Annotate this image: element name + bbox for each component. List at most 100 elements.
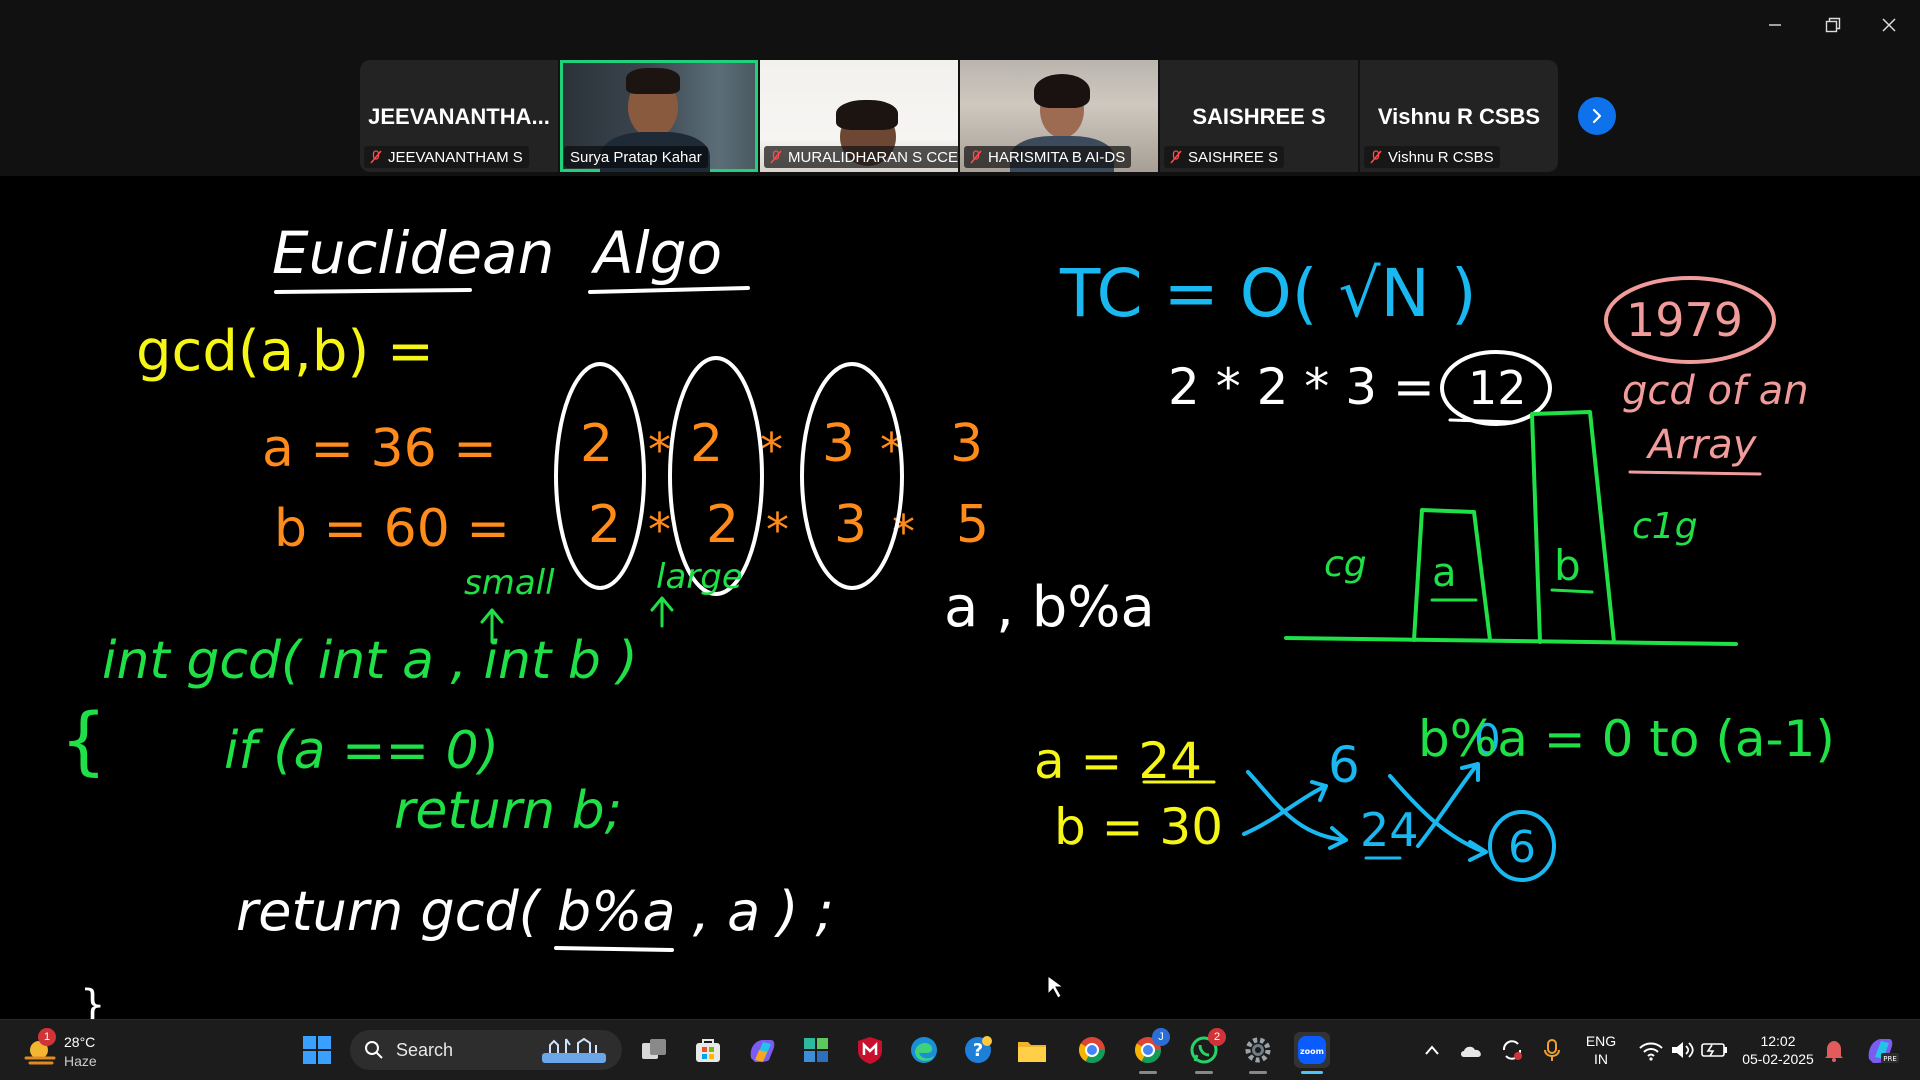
code-signature: int gcd( int a , int b ) bbox=[102, 631, 638, 691]
bar-b-label: b bbox=[1554, 541, 1581, 590]
svg-text:?: ? bbox=[973, 1040, 983, 1061]
copilot-icon[interactable] bbox=[744, 1032, 780, 1068]
weather-widget[interactable]: 1 28°C Haze bbox=[22, 1028, 112, 1074]
region-code: IN bbox=[1594, 1051, 1608, 1067]
muted-mic-icon bbox=[970, 150, 982, 164]
start-icon[interactable] bbox=[299, 1032, 335, 1068]
wifi-icon bbox=[1639, 1042, 1663, 1061]
participant-name: SAISHREE S bbox=[1188, 148, 1279, 166]
volume-icon bbox=[1672, 1042, 1694, 1058]
bar-a-label: a bbox=[1432, 550, 1457, 596]
note-small: small bbox=[464, 563, 555, 603]
mouse-cursor bbox=[1047, 975, 1065, 999]
time-complexity: TC = O( √N ) bbox=[1059, 255, 1477, 332]
muted-mic-icon bbox=[370, 150, 382, 164]
restore-icon[interactable] bbox=[1810, 10, 1856, 40]
participant-video-hair bbox=[626, 68, 680, 94]
close-icon[interactable] bbox=[1866, 10, 1912, 40]
title-underline bbox=[588, 286, 750, 294]
zoom-icon[interactable]: zoom bbox=[1294, 1032, 1330, 1074]
participant-video-hair bbox=[1034, 74, 1090, 108]
edge-icon[interactable] bbox=[906, 1032, 942, 1068]
b-factor: 5 bbox=[956, 495, 989, 555]
problem-title-line2: Array bbox=[1645, 422, 1758, 468]
notification-badge: 2 bbox=[1208, 1028, 1226, 1046]
star: * bbox=[648, 423, 671, 477]
notification-bell-icon[interactable] bbox=[1816, 1032, 1852, 1068]
gcd-definition: gcd(a,b) = bbox=[136, 319, 434, 384]
participant-display-name: Vishnu R CSBS bbox=[1377, 104, 1541, 129]
svg-text:zoom: zoom bbox=[1300, 1047, 1324, 1056]
participant-name: MURALIDHARAN S CCE bbox=[788, 148, 959, 166]
code-return-b: return b; bbox=[394, 781, 622, 841]
participant-tile[interactable]: Vishnu R CSBS Vishnu R CSBS bbox=[1360, 60, 1558, 172]
participant-tile[interactable]: MURALIDHARAN S CCE bbox=[760, 60, 965, 172]
clock[interactable]: 12:02 05-02-2025 bbox=[1736, 1032, 1820, 1068]
copilot-pre-icon[interactable]: PRE bbox=[1862, 1032, 1902, 1068]
quick-settings[interactable] bbox=[1634, 1032, 1734, 1068]
code-return-recursive: return gcd( b%a , a ) ; bbox=[236, 880, 834, 943]
b-factor: 2 bbox=[706, 495, 739, 555]
app-grid-icon[interactable] bbox=[798, 1032, 834, 1068]
file-explorer-icon[interactable] bbox=[1014, 1032, 1050, 1068]
next-page-button[interactable] bbox=[1578, 97, 1616, 135]
muted-mic-icon bbox=[1170, 150, 1182, 164]
search-icon bbox=[365, 1041, 383, 1059]
participant-label: SAISHREE S bbox=[1164, 146, 1285, 168]
star: * bbox=[648, 503, 671, 557]
participant-name: Vishnu R CSBS bbox=[1388, 148, 1494, 166]
weather-desc: Haze bbox=[64, 1053, 97, 1069]
b-factor: 2 bbox=[588, 495, 621, 555]
clock-time: 12:02 bbox=[1760, 1033, 1796, 1049]
whatsapp-icon[interactable]: 2 bbox=[1186, 1028, 1226, 1074]
running-indicator bbox=[1249, 1071, 1267, 1074]
participant-label: Vishnu R CSBS bbox=[1364, 146, 1500, 168]
shared-whiteboard[interactable]: Euclidean Algo gcd(a,b) = a = 36 = b = 6… bbox=[0, 176, 1920, 1019]
b-equation: b = 60 = bbox=[274, 499, 510, 559]
code-open-brace: { bbox=[60, 698, 107, 784]
onedrive-icon[interactable] bbox=[1454, 1032, 1490, 1068]
sync-icon[interactable] bbox=[1494, 1032, 1530, 1068]
problem-title-line1: gcd of an bbox=[1622, 368, 1809, 414]
task-view-icon[interactable] bbox=[636, 1032, 672, 1068]
microphone-icon[interactable] bbox=[1534, 1032, 1570, 1068]
chrome-profile-icon[interactable]: J bbox=[1130, 1028, 1170, 1074]
chrome-icon[interactable] bbox=[1074, 1032, 1110, 1068]
arrow bbox=[1242, 780, 1328, 836]
store-icon[interactable] bbox=[690, 1032, 726, 1068]
running-indicator bbox=[1139, 1071, 1157, 1074]
chevron-right-icon bbox=[1592, 108, 1602, 124]
windows-taskbar: 1 28°C Haze Search ? J 2 zoom ENG IN 12:… bbox=[0, 1019, 1920, 1080]
participant-name: HARISMITA B AI-DS bbox=[988, 148, 1126, 166]
participant-tile-active-speaker[interactable]: Surya Pratap Kahar bbox=[560, 60, 758, 172]
participant-display-name: JEEVANANTHA... bbox=[368, 104, 550, 129]
a-factor: 2 bbox=[580, 414, 613, 474]
settings-icon[interactable] bbox=[1240, 1032, 1276, 1074]
weather-badge: 1 bbox=[38, 1028, 56, 1046]
participant-tile[interactable]: SAISHREE S SAISHREE S bbox=[1160, 60, 1358, 172]
participant-tile[interactable]: JEEVANANTHA... JEEVANANTHAM S bbox=[360, 60, 558, 172]
problem-number: 1979 bbox=[1626, 293, 1743, 347]
title-euclidean: Euclidean bbox=[272, 219, 554, 287]
mcafee-icon[interactable] bbox=[852, 1032, 888, 1068]
weather-temp: 28°C bbox=[64, 1034, 96, 1050]
taskbar-search-box[interactable]: Search bbox=[350, 1030, 622, 1070]
title-underline bbox=[274, 288, 472, 294]
baseline bbox=[1284, 636, 1738, 646]
recursion-args: a , b%a bbox=[944, 575, 1155, 640]
minimize-icon[interactable] bbox=[1752, 10, 1798, 40]
language-indicator[interactable]: ENG IN bbox=[1580, 1032, 1622, 1068]
participant-tile[interactable]: HARISMITA B AI-DS bbox=[960, 60, 1158, 172]
help-icon[interactable]: ? bbox=[960, 1032, 996, 1068]
participant-label: MURALIDHARAN S CCE bbox=[764, 146, 965, 168]
participant-label: JEEVANANTHAM S bbox=[364, 146, 529, 168]
muted-mic-icon bbox=[1370, 150, 1382, 164]
clock-date: 05-02-2025 bbox=[1742, 1051, 1814, 1067]
code-if: if (a == 0) bbox=[224, 721, 499, 781]
search-label: Search bbox=[396, 1039, 454, 1060]
chevron-up-icon[interactable] bbox=[1414, 1032, 1450, 1068]
arrow-up bbox=[650, 596, 674, 628]
svg-text:PRE: PRE bbox=[1883, 1055, 1897, 1063]
example-24: 24 bbox=[1360, 803, 1419, 857]
title-algo: Algo bbox=[590, 219, 722, 287]
